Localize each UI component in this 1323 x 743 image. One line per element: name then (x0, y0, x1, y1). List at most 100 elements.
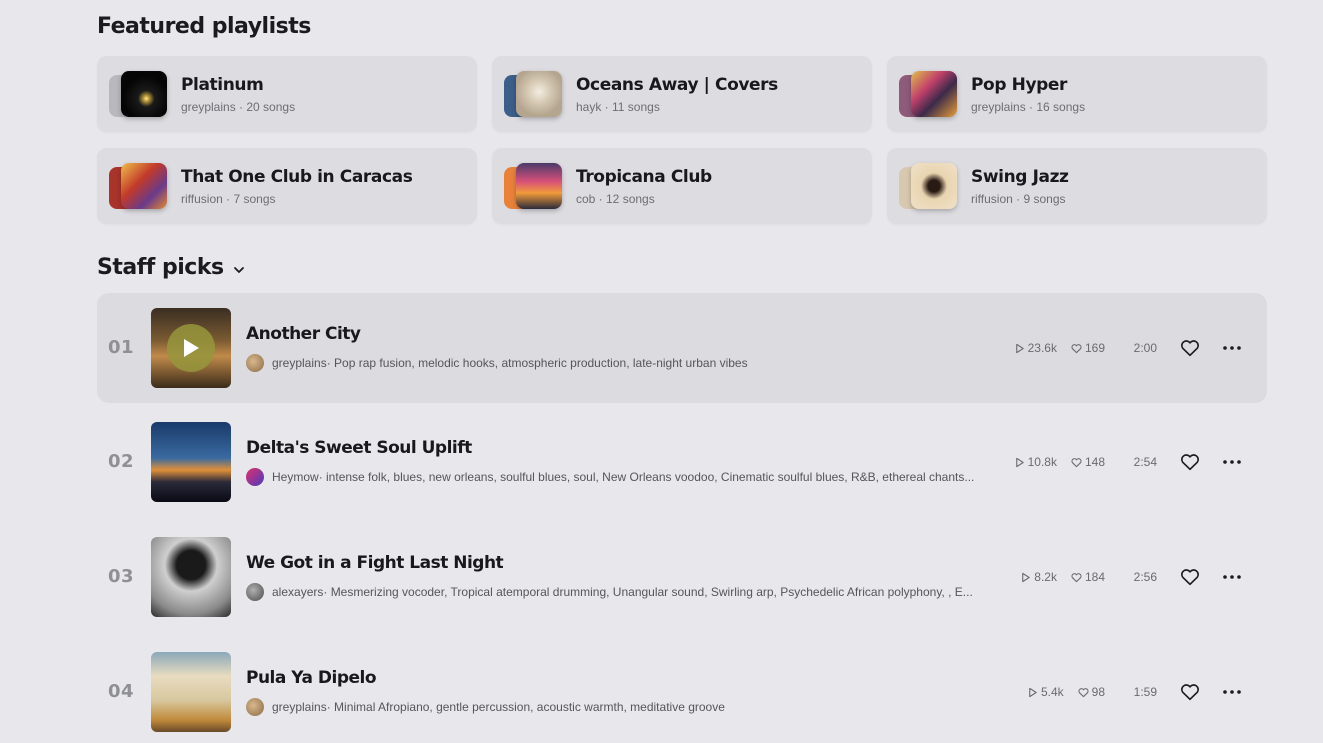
like-button-heart-icon[interactable] (1179, 451, 1201, 473)
more-options-button[interactable] (1221, 451, 1243, 473)
play-count-value: 5.4k (1040, 685, 1064, 699)
playlist-meta: hayk · 11 songs (576, 99, 660, 114)
track-artwork[interactable] (151, 422, 231, 502)
track-artist[interactable]: alexayers (272, 585, 323, 599)
playlist-name: Platinum (181, 74, 264, 95)
track-artwork[interactable] (151, 652, 231, 732)
playlist-cover (504, 69, 564, 119)
playlist-name: Swing Jazz (971, 166, 1069, 187)
play-icon (1029, 687, 1037, 697)
playlist-meta: riffusion · 7 songs (181, 191, 276, 206)
like-count-value: 184 (1084, 570, 1105, 584)
track-title[interactable]: Delta's Sweet Soul Uplift (246, 438, 472, 458)
playlist-cover (109, 161, 169, 211)
like-count-value: 98 (1091, 685, 1105, 699)
play-icon (1022, 572, 1030, 582)
heart-icon (1071, 457, 1082, 467)
track-row[interactable]: 04 Pula Ya Dipelo greyplains · Minimal A… (97, 637, 1267, 743)
heart-icon (1071, 343, 1082, 353)
playlist-card-pop-hyper[interactable]: Pop Hyper greyplains · 16 songs (887, 56, 1267, 132)
playlist-meta: cob · 12 songs (576, 191, 655, 206)
track-duration: 2:56 (1133, 570, 1157, 584)
track-duration: 2:00 (1133, 341, 1157, 355)
playlist-name: Oceans Away | Covers (576, 74, 778, 95)
more-icon (1223, 460, 1241, 464)
track-tags: · Minimal Afropiano, gentle percussion, … (326, 700, 725, 714)
more-options-button[interactable] (1221, 566, 1243, 588)
playlist-cover (504, 161, 564, 211)
featured-playlists-title: Featured playlists (97, 14, 311, 39)
like-count-value: 148 (1084, 455, 1105, 469)
track-duration: 1:59 (1133, 685, 1157, 699)
more-icon (1223, 346, 1241, 350)
play-count: 5.4k (1027, 685, 1064, 699)
track-artwork[interactable] (151, 308, 231, 388)
track-stats: 23.6k 169 2:00 (1014, 341, 1157, 355)
playlist-cover (109, 69, 169, 119)
play-icon (1015, 457, 1024, 467)
avatar[interactable] (246, 468, 264, 486)
playlist-meta: greyplains · 20 songs (181, 99, 296, 114)
track-stats: 5.4k 98 1:59 (1027, 685, 1157, 699)
track-artist[interactable]: greyplains (272, 700, 327, 714)
play-icon (184, 339, 199, 357)
track-meta: Heymow · intense folk, blues, new orlean… (246, 468, 991, 486)
like-button-heart-icon[interactable] (1179, 337, 1201, 359)
more-options-button[interactable] (1221, 681, 1243, 703)
track-meta: greyplains · Minimal Afropiano, gentle p… (246, 698, 991, 716)
avatar[interactable] (246, 354, 264, 372)
play-count-value: 23.6k (1027, 341, 1057, 355)
like-button-heart-icon[interactable] (1179, 681, 1201, 703)
like-count: 98 (1078, 685, 1105, 699)
play-count-value: 10.8k (1027, 455, 1057, 469)
track-row[interactable]: 01 Another City greyplains · Pop rap fus… (97, 293, 1267, 403)
track-artist[interactable]: greyplains (272, 356, 327, 370)
like-count: 184 (1071, 570, 1105, 584)
track-tags: · Mesmerizing vocoder, Tropical atempora… (323, 585, 973, 599)
more-icon (1223, 575, 1241, 579)
track-title[interactable]: We Got in a Fight Last Night (246, 553, 504, 573)
chevron-down-icon (233, 266, 244, 273)
avatar[interactable] (246, 698, 264, 716)
play-button[interactable] (167, 324, 215, 372)
playlist-meta: greyplains · 16 songs (971, 99, 1086, 114)
track-row[interactable]: 03 We Got in a Fight Last Night alexayer… (97, 522, 1267, 632)
playlist-card-club-caracas[interactable]: That One Club in Caracas riffusion · 7 s… (97, 148, 477, 224)
like-count-value: 169 (1084, 341, 1105, 355)
track-row[interactable]: 02 Delta's Sweet Soul Uplift Heymow · in… (97, 407, 1267, 517)
track-stats: 10.8k 148 2:54 (1014, 455, 1157, 469)
track-title[interactable]: Pula Ya Dipelo (246, 668, 377, 688)
avatar[interactable] (246, 583, 264, 601)
staff-picks-dropdown[interactable]: Staff picks (97, 255, 246, 280)
playlist-card-swing-jazz[interactable]: Swing Jazz riffusion · 9 songs (887, 148, 1267, 224)
track-artist[interactable]: Heymow (272, 470, 319, 484)
play-count-value: 8.2k (1034, 570, 1057, 584)
playlist-name: Pop Hyper (971, 74, 1068, 95)
more-options-button[interactable] (1221, 337, 1243, 359)
track-number: 03 (108, 566, 135, 587)
play-count: 10.8k (1014, 455, 1057, 469)
track-number: 02 (108, 451, 135, 472)
like-count: 169 (1071, 341, 1105, 355)
like-button-heart-icon[interactable] (1179, 566, 1201, 588)
more-icon (1223, 690, 1241, 694)
track-duration: 2:54 (1133, 455, 1157, 469)
play-icon (1015, 343, 1024, 353)
playlist-card-tropicana-club[interactable]: Tropicana Club cob · 12 songs (492, 148, 872, 224)
track-title[interactable]: Another City (246, 324, 361, 344)
playlist-meta: riffusion · 9 songs (971, 191, 1066, 206)
play-count: 8.2k (1020, 570, 1057, 584)
heart-icon (1078, 687, 1089, 697)
staff-picks-title: Staff picks (97, 255, 224, 280)
track-number: 01 (108, 337, 135, 358)
playlist-name: Tropicana Club (576, 166, 712, 187)
track-artwork[interactable] (151, 537, 231, 617)
track-stats: 8.2k 184 2:56 (1020, 570, 1157, 584)
playlist-cover (899, 69, 959, 119)
heart-icon (1071, 572, 1082, 582)
playlist-card-oceans-away[interactable]: Oceans Away | Covers hayk · 11 songs (492, 56, 872, 132)
playlist-card-platinum[interactable]: Platinum greyplains · 20 songs (97, 56, 477, 132)
track-tags: · intense folk, blues, new orleans, soul… (318, 470, 975, 484)
track-meta: alexayers · Mesmerizing vocoder, Tropica… (246, 583, 991, 601)
play-count: 23.6k (1014, 341, 1057, 355)
